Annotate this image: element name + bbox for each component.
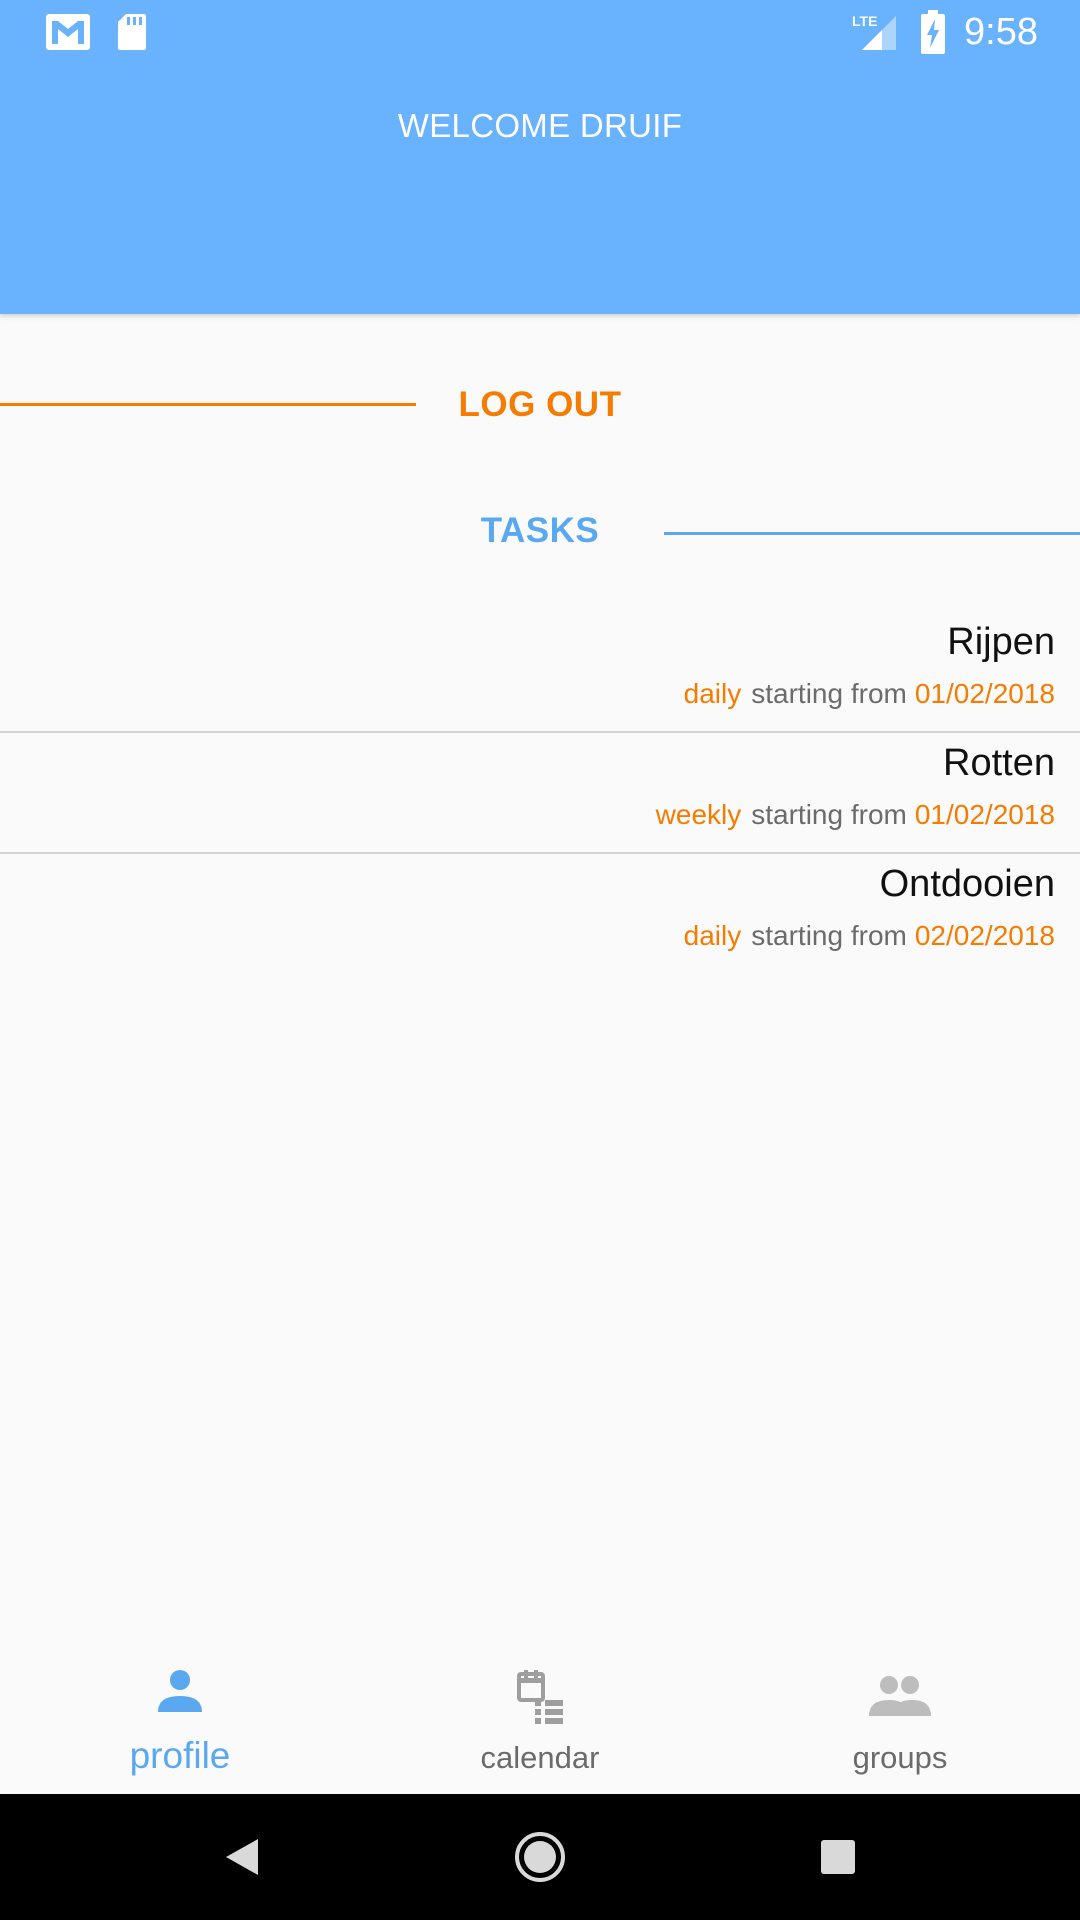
tasks-tab[interactable]: TASKS: [416, 504, 664, 558]
bottom-navigation: profile calendar groups: [0, 1640, 1080, 1794]
task-frequency: weekly: [655, 799, 742, 830]
battery-charging-icon: [921, 10, 945, 54]
task-row[interactable]: Ontdooien daily starting from 02/02/2018: [0, 854, 1080, 973]
logout-button[interactable]: LOG OUT: [416, 378, 664, 432]
nav-item-profile[interactable]: profile: [0, 1640, 360, 1794]
task-meta: daily starting from 01/02/2018: [684, 676, 1055, 712]
task-meta: daily starting from 02/02/2018: [684, 918, 1055, 954]
tasks-divider-line: [664, 532, 1080, 535]
app-screen: LTE 9:58 WELCOME DRUIF LOG OUT TASKS Rij…: [0, 0, 1080, 1920]
task-name: Rijpen: [947, 621, 1055, 663]
sd-card-icon: [118, 14, 146, 50]
lte-label: LTE: [852, 13, 877, 29]
status-bar: LTE 9:58: [0, 0, 1080, 64]
lte-signal-icon: LTE: [852, 13, 896, 50]
task-starting-text: starting from: [751, 799, 907, 830]
task-starting-text: starting from: [751, 678, 907, 709]
nav-label-groups: groups: [852, 1740, 948, 1775]
recents-icon[interactable]: [808, 1827, 868, 1887]
task-frequency: daily: [683, 678, 742, 709]
task-list: Rijpen daily starting from 01/02/2018 Rott…: [0, 612, 1080, 973]
back-icon[interactable]: [212, 1827, 272, 1887]
home-icon[interactable]: [510, 1827, 570, 1887]
nav-label-profile: profile: [129, 1735, 231, 1776]
nav-item-groups[interactable]: groups: [720, 1640, 1080, 1794]
logout-divider-line: [0, 403, 416, 406]
task-frequency: daily: [683, 920, 742, 951]
task-meta: weekly starting from 01/02/2018: [656, 797, 1055, 833]
task-start-date: 01/02/2018: [914, 678, 1055, 709]
app-header: LTE 9:58 WELCOME DRUIF: [0, 0, 1080, 314]
task-start-date: 01/02/2018: [914, 799, 1055, 830]
group-icon: [869, 1676, 931, 1716]
person-icon: [158, 1670, 202, 1712]
welcome-title: WELCOME DRUIF: [397, 107, 683, 144]
task-row[interactable]: Rotten weekly starting from 01/02/2018: [0, 733, 1080, 854]
nav-item-calendar[interactable]: calendar: [360, 1640, 720, 1794]
task-starting-text: starting from: [751, 920, 907, 951]
system-navigation-bar: [0, 1794, 1080, 1920]
task-name: Rotten: [943, 742, 1055, 784]
task-start-date: 02/02/2018: [914, 920, 1055, 951]
nav-label-calendar: calendar: [480, 1740, 600, 1775]
task-row[interactable]: Rijpen daily starting from 01/02/2018: [0, 612, 1080, 733]
gmail-icon: [46, 14, 90, 50]
task-name: Ontdooien: [879, 863, 1055, 905]
status-time: 9:58: [964, 11, 1038, 53]
calendar-list-icon: [517, 1670, 563, 1724]
